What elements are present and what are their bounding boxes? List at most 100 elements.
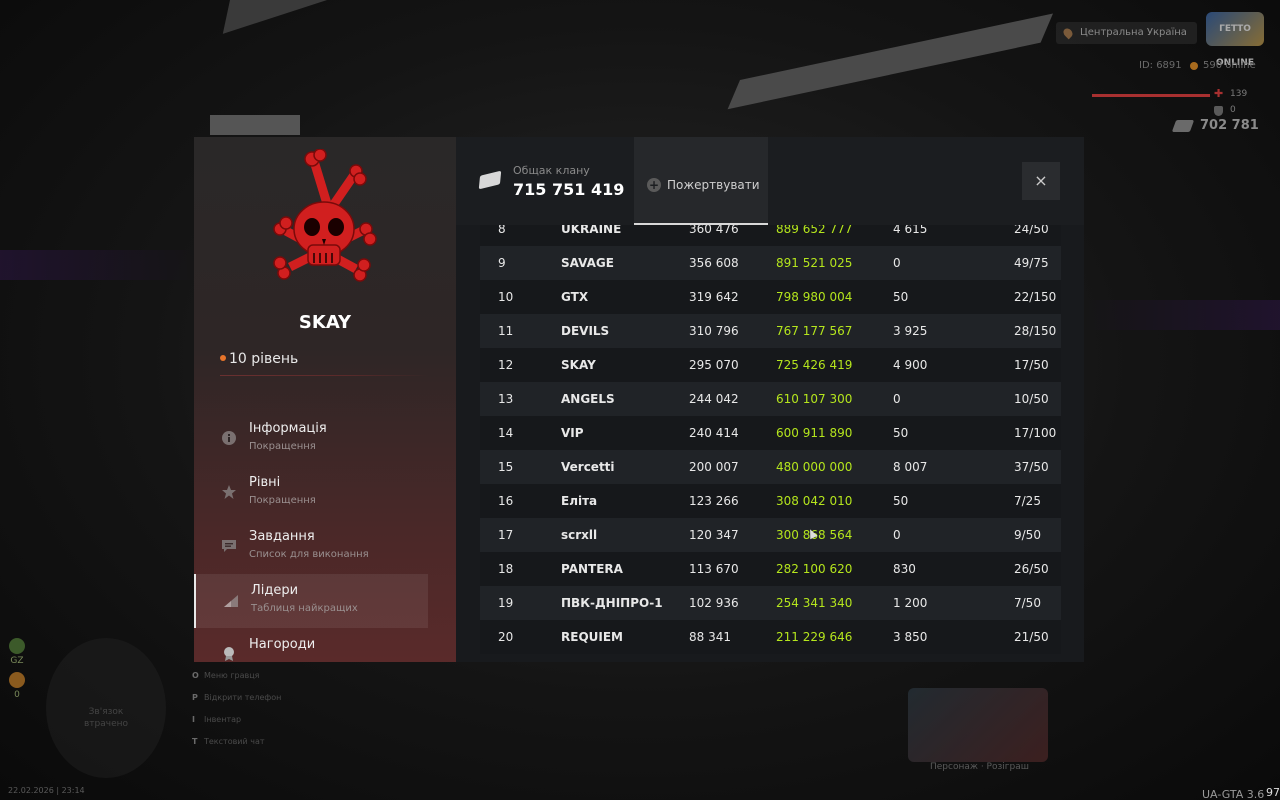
score-cell: 88 341 [689,630,731,644]
rank-cell: 16 [498,494,514,508]
table-row: 17 scrxll 120 347 300 868 564 0 9/50 [480,518,1061,552]
rank-cell: 17 [498,528,514,542]
donate-label: Пожертвувати [667,178,760,192]
money-cell: 798 980 004 [776,290,853,304]
hint-key: O [192,671,199,680]
points-cell: 0 [893,256,901,270]
cash-icon [478,170,502,190]
promo-banner[interactable] [908,688,1048,762]
clan-name-cell: SAVAGE [561,256,614,270]
money-cell: 254 341 340 [776,596,853,610]
score-cell: 120 347 [689,528,739,542]
members-cell: 17/50 [1014,358,1049,372]
region-indicator: Центральна Україна [1056,22,1197,44]
nav-title: Нагороди [249,637,316,652]
nav-item-tasks[interactable]: Завдання Список для виконання [194,520,428,574]
clan-name-cell: DEVILS [561,324,610,338]
score-cell: 123 266 [689,494,739,508]
hint-label: Меню гравця [204,671,260,680]
rank-cell: 9 [498,256,506,270]
points-cell: 3 925 [893,324,928,338]
money-cell: 889 652 777 [776,225,853,236]
table-row: 15 Vercetti 200 007 480 000 000 8 007 37/50 [480,450,1061,484]
hint-label: Інвентар [204,715,242,724]
table-row: 18 PANTERA 113 670 282 100 620 830 26/50 [480,552,1061,586]
points-cell: 0 [893,392,901,406]
minimap-status: Зв'язок втрачено [83,707,129,729]
money-cell: 891 521 025 [776,256,853,270]
rank-cell: 20 [498,630,514,644]
hint-key: I [192,715,195,724]
rank-cell: 8 [498,225,506,236]
gangzone-icon [9,638,25,654]
clan-name: SKAY [298,312,352,333]
gangzone-indicator: GZ 0 [8,638,26,700]
player-money: 702 781 [1200,118,1259,133]
score-cell: 244 042 [689,392,739,406]
points-cell: 3 850 [893,630,928,644]
nav-subtitle: Список для виконання [249,549,369,560]
clan-name-cell: SKAY [561,358,596,372]
armor-value: 0 [1230,105,1236,115]
promo-label: Персонаж · Розіграш [930,762,1029,772]
clan-sidebar: SKAY 10 рівень Інформація Покращення Рів… [194,137,456,662]
members-cell: 24/50 [1014,225,1049,236]
clan-name-cell: PANTERA [561,562,623,576]
health-icon: ✚ [1214,87,1224,100]
clan-name-cell: scrxll [561,528,598,542]
points-cell: 50 [893,290,909,304]
members-cell: 17/100 [1014,426,1057,440]
points-cell: 1 200 [893,596,928,610]
close-button[interactable]: × [1022,162,1060,200]
armor-icon [1214,106,1223,116]
table-row: 13 ANGELS 244 042 610 107 300 0 10/50 [480,382,1061,416]
score-cell: 310 796 [689,324,739,338]
table-row: 14 VIP 240 414 600 911 890 50 17/100 [480,416,1061,450]
level-divider [220,375,428,376]
chat-icon [221,538,237,554]
score-cell: 240 414 [689,426,739,440]
level-dot-icon [220,355,226,361]
nav-item-levels[interactable]: Рівні Покращення [194,466,428,520]
hint-key: P [192,693,198,702]
clan-name-cell: REQUIEM [561,630,623,644]
clan-name-cell: Vercetti [561,460,615,474]
rank-cell: 18 [498,562,514,576]
money-cell: 767 177 567 [776,324,853,338]
table-row: 16 Еліта 123 266 308 042 010 50 7/25 [480,484,1061,518]
points-cell: 4 615 [893,225,928,236]
table-row: 8 UKRAINE 360 476 889 652 777 4 615 24/50 [480,225,1061,246]
nav-item-info[interactable]: Інформація Покращення [194,412,428,466]
members-cell: 7/50 [1014,596,1041,610]
health-bar-fill [1092,94,1210,97]
table-row: 20 REQUIEM 88 341 211 229 646 3 850 21/50 [480,620,1061,654]
hint-player-menu: O Меню гравця [192,671,260,680]
rank-cell: 12 [498,358,514,372]
hint-inventory: I Інвентар [192,715,241,724]
online-count: 590 online [1203,60,1256,71]
score-cell: 102 936 [689,596,739,610]
hint-label: Відкрити телефон [204,693,282,702]
ceiling-beam [210,115,300,135]
gangzone-count: 0 [14,690,20,700]
table-row: 10 GTX 319 642 798 980 004 50 22/150 [480,280,1061,314]
nav-item-awards[interactable]: Нагороди [194,628,428,662]
donate-button[interactable]: + Пожертвувати [634,137,768,225]
chart-icon [223,592,239,608]
members-cell: 37/50 [1014,460,1049,474]
members-cell: 10/50 [1014,392,1049,406]
rank-cell: 11 [498,324,514,338]
score-cell: 360 476 [689,225,739,236]
clan-modal: SKAY 10 рівень Інформація Покращення Рів… [194,137,1084,662]
clan-name-cell: VIP [561,426,584,440]
money-cell: 600 911 890 [776,426,853,440]
hint-chat: T Текстовий чат [192,737,265,746]
score-cell: 295 070 [689,358,739,372]
leaderboard-table: 8 UKRAINE 360 476 889 652 777 4 615 24/50 9 SAV… [480,225,1061,662]
star-icon [221,484,237,500]
nav-subtitle: Таблиця найкращих [251,603,358,614]
money-icon [1171,120,1195,132]
nav-item-leaders[interactable]: Лідери Таблиця найкращих [194,574,428,628]
datetime: 22.02.2026 | 23:14 [8,786,85,795]
points-cell: 8 007 [893,460,928,474]
